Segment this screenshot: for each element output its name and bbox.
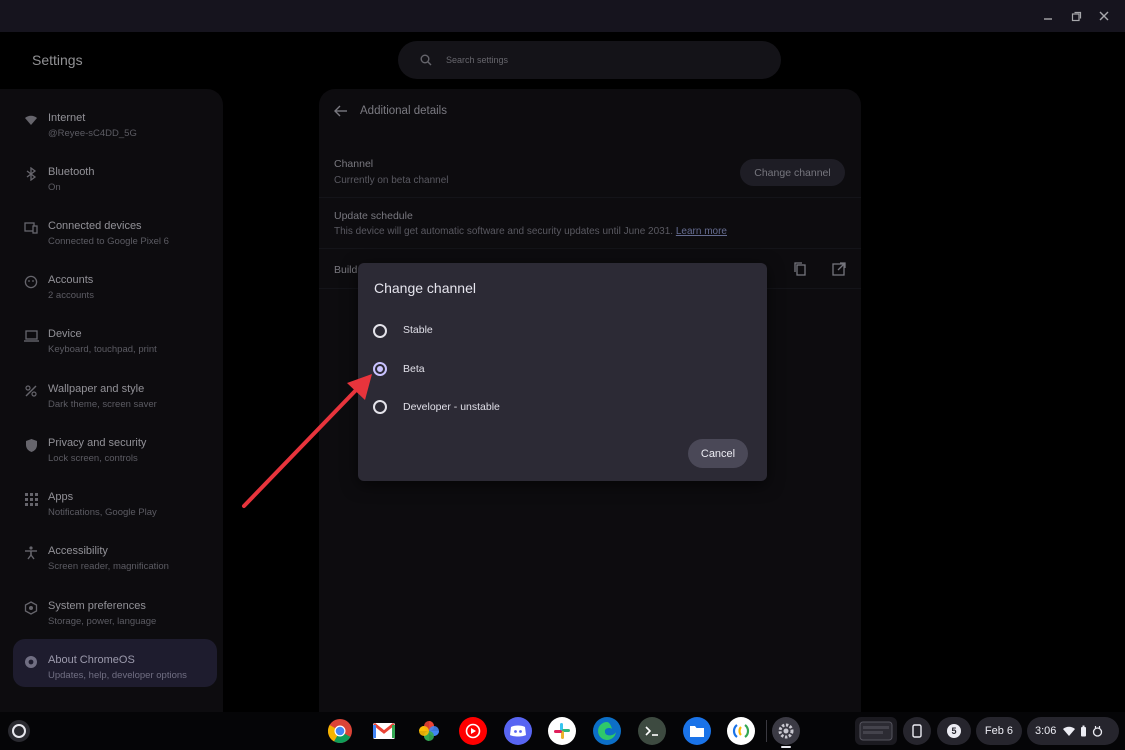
keep-icon[interactable] bbox=[727, 717, 755, 745]
radio-stable-label[interactable]: Stable bbox=[403, 324, 433, 336]
gmail-icon[interactable] bbox=[370, 717, 398, 745]
window-thumbnail-icon bbox=[859, 721, 893, 741]
phone-hub-button[interactable] bbox=[903, 717, 931, 745]
launcher-button[interactable] bbox=[8, 720, 30, 742]
youtube-music-icon[interactable] bbox=[459, 717, 487, 745]
clock-time: 3:06 bbox=[1035, 725, 1057, 737]
slack-icon[interactable] bbox=[548, 717, 576, 745]
chrome-icon[interactable] bbox=[326, 717, 354, 745]
terminal-icon[interactable] bbox=[638, 717, 666, 745]
desk-preview-button[interactable] bbox=[855, 717, 897, 745]
radio-developer[interactable] bbox=[373, 400, 387, 414]
shelf-separator bbox=[766, 720, 767, 742]
radio-beta[interactable] bbox=[373, 362, 387, 376]
microsoft-edge-icon[interactable] bbox=[593, 717, 621, 745]
notification-center-button[interactable]: 5 bbox=[937, 717, 971, 745]
google-photos-icon[interactable] bbox=[415, 717, 443, 745]
wifi-status-icon bbox=[1063, 726, 1076, 736]
radio-developer-label[interactable]: Developer - unstable bbox=[403, 401, 500, 413]
date-tray-button[interactable]: Feb 6 bbox=[976, 717, 1022, 745]
change-channel-dialog: Change channel Stable Beta Developer - u… bbox=[358, 263, 767, 481]
notification-count-badge: 5 bbox=[947, 724, 961, 738]
active-app-indicator bbox=[781, 746, 791, 748]
cancel-button[interactable]: Cancel bbox=[688, 439, 748, 468]
battery-icon bbox=[1081, 725, 1087, 737]
settings-gear-icon[interactable] bbox=[772, 717, 800, 745]
files-icon[interactable] bbox=[683, 717, 711, 745]
caffeine-icon bbox=[1093, 726, 1103, 737]
discord-icon[interactable] bbox=[504, 717, 532, 745]
dialog-title: Change channel bbox=[374, 280, 476, 296]
radio-stable[interactable] bbox=[373, 324, 387, 338]
phone-icon bbox=[912, 724, 922, 738]
radio-beta-label[interactable]: Beta bbox=[403, 363, 425, 375]
shelf: 5 Feb 6 3:06 bbox=[0, 712, 1125, 750]
system-tray-button[interactable]: 3:06 bbox=[1027, 717, 1119, 745]
